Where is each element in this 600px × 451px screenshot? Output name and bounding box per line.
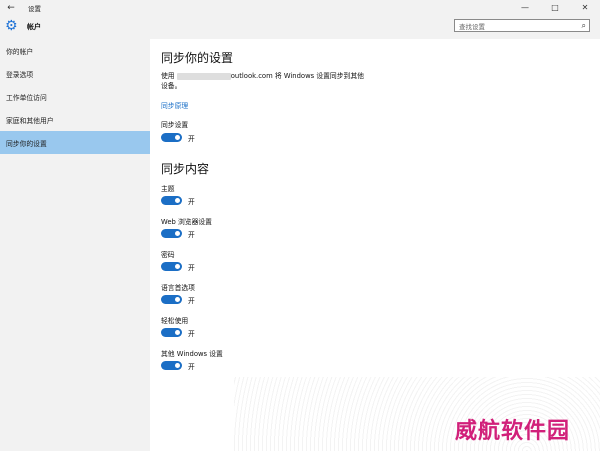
browser-label: Web 浏览器设置 bbox=[161, 218, 212, 226]
theme-toggle[interactable] bbox=[161, 196, 182, 205]
theme-state: 开 bbox=[188, 198, 195, 206]
sidebar-item-sync-settings[interactable]: 同步你的设置 bbox=[0, 131, 150, 154]
ease-of-access-label: 轻松使用 bbox=[161, 317, 189, 325]
watermark: 威航软件园 bbox=[455, 418, 571, 444]
language-state: 开 bbox=[188, 297, 195, 305]
browser-state: 开 bbox=[188, 231, 195, 239]
sidebar: 你的帐户 登录选项 工作单位访问 家庭和其他用户 同步你的设置 bbox=[0, 39, 150, 451]
sidebar-item-your-account[interactable]: 你的帐户 bbox=[0, 39, 150, 62]
sync-content-title: 同步内容 bbox=[161, 162, 210, 176]
sidebar-item-family[interactable]: 家庭和其他用户 bbox=[0, 108, 150, 131]
close-button[interactable]: ✕ bbox=[570, 0, 600, 15]
main-title: 同步你的设置 bbox=[161, 51, 234, 65]
sidebar-item-label: 工作单位访问 bbox=[6, 93, 47, 102]
description-suffix: outlook.com 将 Windows 设置同步到其他 bbox=[230, 72, 364, 80]
main-content: 同步你的设置 使用 outlook.com 将 Windows 设置同步到其他 … bbox=[150, 39, 600, 451]
passwords-label: 密码 bbox=[161, 251, 175, 259]
sidebar-item-label: 家庭和其他用户 bbox=[6, 116, 54, 125]
search-placeholder: 查找设置 bbox=[459, 22, 485, 31]
language-toggle[interactable] bbox=[161, 295, 182, 304]
sidebar-item-sign-in-options[interactable]: 登录选项 bbox=[0, 62, 150, 85]
sync-settings-state: 开 bbox=[188, 135, 195, 143]
title-bar: ← 设置 — □ ✕ bbox=[0, 0, 600, 15]
redacted-email bbox=[176, 72, 231, 80]
passwords-toggle[interactable] bbox=[161, 262, 182, 271]
description-line2: 设备。 bbox=[161, 82, 182, 90]
sync-settings-label: 同步设置 bbox=[161, 121, 189, 129]
ease-of-access-state: 开 bbox=[188, 330, 195, 338]
back-arrow-icon: ← bbox=[7, 2, 15, 13]
sidebar-item-label: 同步你的设置 bbox=[6, 139, 47, 148]
maximize-button[interactable]: □ bbox=[540, 0, 570, 15]
gear-icon: ⚙ bbox=[5, 18, 18, 34]
sidebar-item-label: 你的帐户 bbox=[6, 47, 34, 56]
back-button[interactable]: ← bbox=[0, 0, 22, 15]
language-label: 语言首选项 bbox=[161, 284, 195, 292]
description-prefix: 使用 bbox=[161, 72, 175, 80]
sync-settings-toggle[interactable] bbox=[161, 133, 182, 142]
theme-label: 主题 bbox=[161, 185, 175, 193]
other-windows-toggle[interactable] bbox=[161, 361, 182, 370]
passwords-state: 开 bbox=[188, 264, 195, 272]
other-windows-label: 其他 Windows 设置 bbox=[161, 350, 223, 358]
window-title: 设置 bbox=[28, 4, 41, 13]
other-windows-state: 开 bbox=[188, 363, 195, 371]
sidebar-item-work-access[interactable]: 工作单位访问 bbox=[0, 85, 150, 108]
sidebar-item-label: 登录选项 bbox=[6, 70, 34, 79]
window-controls: — □ ✕ bbox=[510, 0, 600, 15]
sync-how-link[interactable]: 同步原理 bbox=[161, 100, 188, 110]
minimize-button[interactable]: — bbox=[510, 0, 540, 15]
browser-toggle[interactable] bbox=[161, 229, 182, 238]
search-input[interactable]: 查找设置 ⌕ bbox=[454, 19, 590, 32]
header: ⚙ 帐户 查找设置 ⌕ bbox=[0, 15, 600, 39]
page-title: 帐户 bbox=[27, 23, 41, 31]
sync-description: 使用 outlook.com 将 Windows 设置同步到其他 设备。 bbox=[161, 71, 364, 91]
ease-of-access-toggle[interactable] bbox=[161, 328, 182, 337]
search-icon[interactable]: ⌕ bbox=[582, 21, 586, 31]
